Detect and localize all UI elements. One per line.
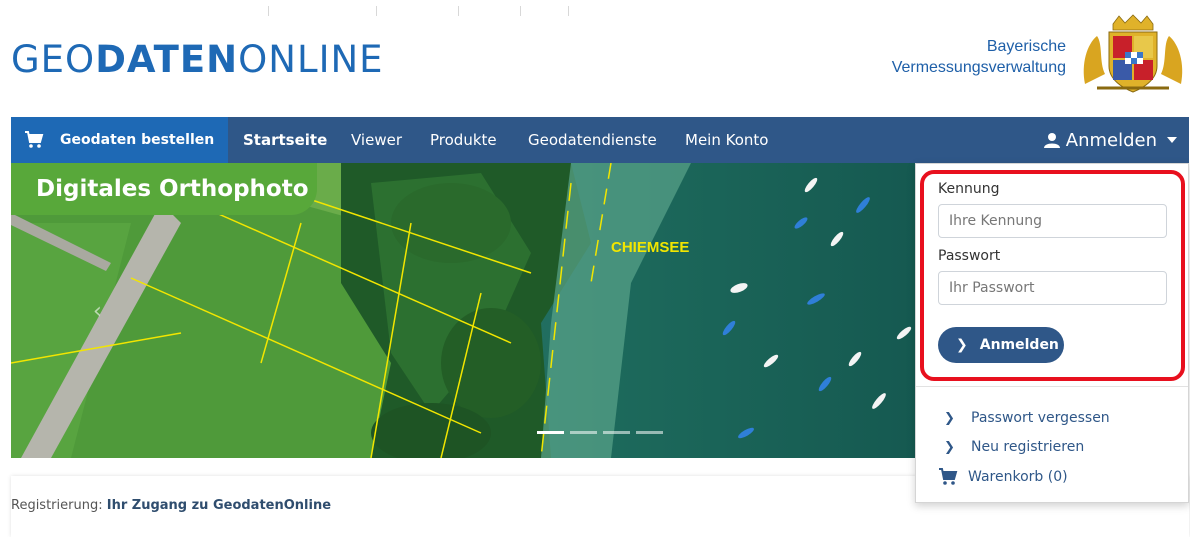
forgot-password-label: Passwort vergessen: [971, 410, 1110, 426]
carousel-prev-arrow-icon[interactable]: ‹: [93, 299, 102, 324]
logo-part-geo: GEO: [11, 38, 96, 81]
registration-prefix: Registrierung:: [11, 498, 107, 513]
cart-label: Warenkorb (0): [968, 469, 1068, 485]
user-id-label: Kennung: [938, 181, 1000, 197]
carousel-indicator-2[interactable]: [570, 431, 597, 434]
login-menu-label: Anmelden: [1065, 129, 1157, 151]
password-label: Passwort: [938, 248, 1001, 264]
top-tab-strip: [268, 6, 618, 16]
nav-mein-konto[interactable]: Mein Konto: [685, 117, 768, 163]
agency-name[interactable]: Bayerische Vermessungsverwaltung: [892, 36, 1066, 78]
register-link[interactable]: ❯ Neu registrieren: [944, 439, 1084, 455]
bavarian-crest-icon: [1077, 14, 1189, 94]
registration-link[interactable]: Ihr Zugang zu GeodatenOnline: [107, 498, 331, 513]
nav-geodatendienste[interactable]: Geodatendienste: [528, 117, 657, 163]
login-menu-toggle[interactable]: Anmelden: [1043, 117, 1177, 163]
lake-label: CHIEMSEE: [611, 239, 690, 256]
dropdown-divider: [916, 386, 1188, 387]
order-geodata-button[interactable]: Geodaten bestellen: [11, 117, 228, 163]
site-logo[interactable]: GEODATENONLINE: [11, 38, 384, 82]
chevron-down-icon: [1167, 137, 1177, 143]
cart-icon: [939, 468, 958, 485]
cart-icon: [25, 131, 44, 148]
nav-startseite[interactable]: Startseite: [243, 117, 327, 163]
logo-part-online: ONLINE: [238, 38, 384, 81]
chevron-right-icon: ❯: [944, 410, 955, 426]
logo-part-daten: DATEN: [95, 38, 239, 81]
chevron-right-icon: ❯: [956, 337, 968, 353]
carousel-indicator-3[interactable]: [603, 431, 630, 434]
nav-produkte[interactable]: Produkte: [430, 117, 497, 163]
nav-viewer[interactable]: Viewer: [351, 117, 402, 163]
carousel-indicators: [537, 431, 663, 434]
user-id-input[interactable]: [938, 204, 1167, 238]
register-label: Neu registrieren: [971, 439, 1085, 455]
agency-line-2: Vermessungsverwaltung: [891, 59, 1066, 76]
chevron-right-icon: ❯: [944, 439, 955, 455]
password-input[interactable]: [938, 271, 1167, 305]
forgot-password-link[interactable]: ❯ Passwort vergessen: [944, 410, 1110, 426]
order-geodata-label: Geodaten bestellen: [60, 132, 215, 148]
login-submit-button[interactable]: ❯ Anmelden: [938, 327, 1064, 363]
hero-title-badge: Digitales Orthophoto: [11, 163, 317, 215]
cart-link[interactable]: Warenkorb (0): [939, 468, 1068, 486]
login-dropdown: Kennung Passwort ❯ Anmelden ❯ Passwort v…: [915, 163, 1189, 503]
carousel-indicator-4[interactable]: [636, 431, 663, 434]
user-icon: [1043, 133, 1060, 148]
carousel-indicator-1[interactable]: [537, 431, 564, 434]
registration-text: Registrierung: Ihr Zugang zu GeodatenOnl…: [11, 498, 331, 513]
agency-line-1: Bayerische: [986, 38, 1066, 55]
login-submit-label: Anmelden: [979, 337, 1059, 353]
main-navbar: Geodaten bestellen Startseite Viewer Pro…: [11, 117, 1189, 163]
